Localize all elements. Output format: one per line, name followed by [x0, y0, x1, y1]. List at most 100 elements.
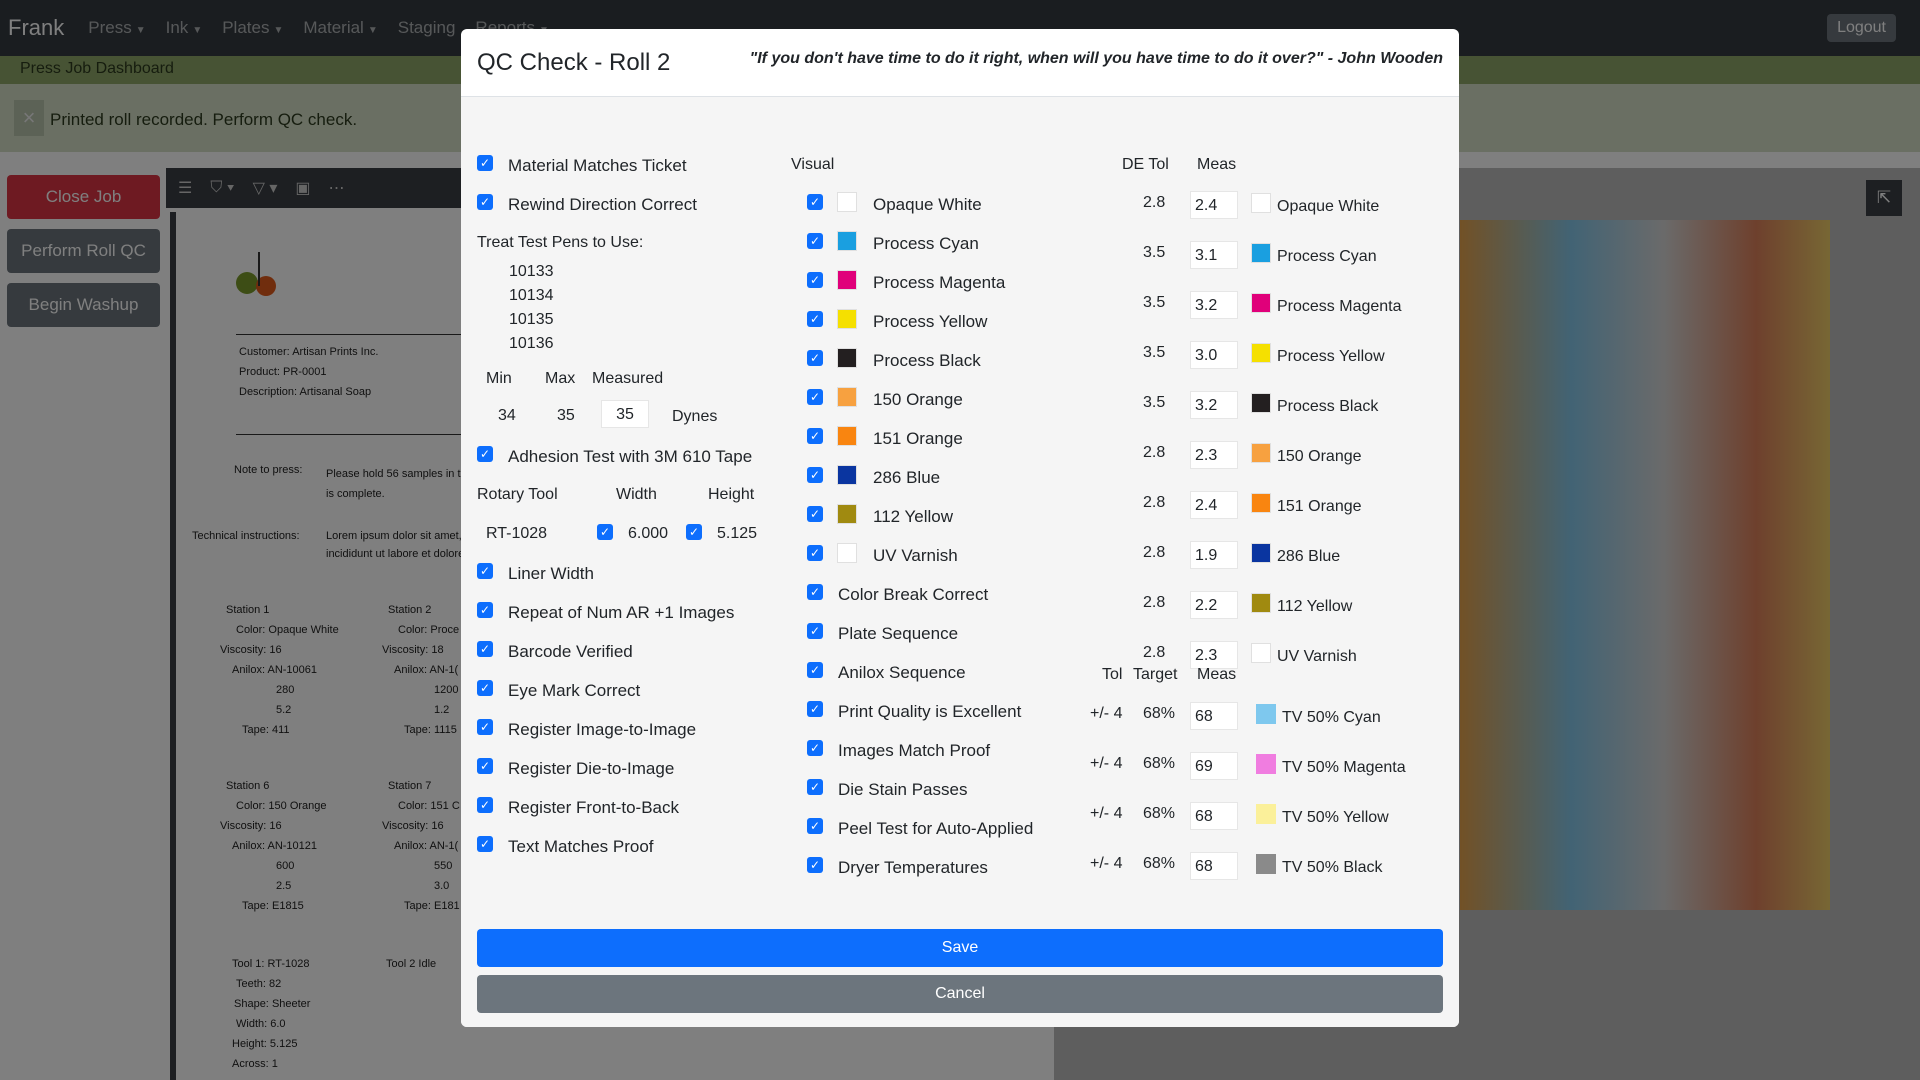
- de-tol-label: DE Tol: [1122, 156, 1169, 173]
- visual-color-checkbox[interactable]: ✓: [807, 506, 823, 522]
- modal-header: QC Check - Roll 2 "If you don't have tim…: [461, 29, 1459, 97]
- de-measurement-input[interactable]: 3.2: [1190, 391, 1238, 419]
- pen-number: 10136: [509, 335, 554, 352]
- visual-check-checkbox[interactable]: ✓: [807, 584, 823, 600]
- visual-check-checkbox[interactable]: ✓: [807, 779, 823, 795]
- visual-color-checkbox[interactable]: ✓: [807, 272, 823, 288]
- visual-check-checkbox[interactable]: ✓: [807, 818, 823, 834]
- tv-measurement-input[interactable]: 68: [1190, 702, 1238, 730]
- de-measurement-input[interactable]: 2.4: [1190, 191, 1238, 219]
- visual-color-checkbox[interactable]: ✓: [807, 350, 823, 366]
- de-color-label: 150 Orange: [1277, 448, 1362, 465]
- quote-text: "If you don't have time to do it right, …: [749, 50, 1443, 67]
- check-label: Eye Mark Correct: [508, 681, 641, 700]
- adhesion-test-checkbox[interactable]: ✓: [477, 446, 493, 462]
- de-color-label: 151 Orange: [1277, 498, 1362, 515]
- color-swatch: [837, 387, 857, 407]
- visual-color-label: Process Cyan: [873, 234, 979, 253]
- visual-check-label: Die Stain Passes: [838, 780, 968, 799]
- height-checkbox[interactable]: ✓: [686, 524, 702, 540]
- color-swatch: [837, 231, 857, 251]
- visual-color-checkbox[interactable]: ✓: [807, 428, 823, 444]
- visual-check-checkbox[interactable]: ✓: [807, 857, 823, 873]
- rewind-direction-label: Rewind Direction Correct: [508, 195, 697, 214]
- de-tolerance-value: 2.8: [1143, 494, 1166, 511]
- de-color-label: Process Cyan: [1277, 248, 1377, 265]
- de-tolerance-value: 3.5: [1143, 294, 1166, 311]
- rewind-direction-checkbox[interactable]: ✓: [477, 194, 493, 210]
- visual-color-checkbox[interactable]: ✓: [807, 545, 823, 561]
- register-image-checkbox[interactable]: ✓: [477, 719, 493, 735]
- modal-body: ✓ Material Matches Ticket ✓ Rewind Direc…: [461, 97, 1459, 1027]
- width-checkbox[interactable]: ✓: [597, 524, 613, 540]
- visual-color-checkbox[interactable]: ✓: [807, 311, 823, 327]
- register-die-checkbox[interactable]: ✓: [477, 758, 493, 774]
- color-swatch: [837, 543, 857, 563]
- visual-color-label: Process Magenta: [873, 273, 1006, 292]
- visual-check-label: Plate Sequence: [838, 624, 959, 643]
- de-measurement-input[interactable]: 2.3: [1190, 441, 1238, 469]
- check-label: Register Image-to-Image: [508, 720, 697, 739]
- de-tolerance-value: 2.8: [1143, 594, 1166, 611]
- de-measurement-input[interactable]: 2.3: [1190, 641, 1238, 669]
- visual-check-label: Images Match Proof: [838, 741, 991, 760]
- eye-mark-checkbox[interactable]: ✓: [477, 680, 493, 696]
- text-matches-checkbox[interactable]: ✓: [477, 836, 493, 852]
- color-swatch: [1256, 704, 1276, 724]
- material-matches-checkbox[interactable]: ✓: [477, 155, 493, 171]
- visual-check-checkbox[interactable]: ✓: [807, 623, 823, 639]
- cancel-button[interactable]: Cancel: [477, 975, 1443, 1013]
- tv-measurement-input[interactable]: 69: [1190, 752, 1238, 780]
- de-color-label: Process Black: [1277, 398, 1379, 415]
- de-color-label: Process Yellow: [1277, 348, 1385, 365]
- visual-check-checkbox[interactable]: ✓: [807, 701, 823, 717]
- width-label: Width: [616, 486, 657, 503]
- register-front-back-checkbox[interactable]: ✓: [477, 797, 493, 813]
- height-label: Height: [708, 486, 755, 503]
- color-swatch: [1251, 493, 1271, 513]
- color-swatch: [1251, 443, 1271, 463]
- material-matches-label: Material Matches Ticket: [508, 156, 687, 175]
- visual-color-label: 286 Blue: [873, 468, 941, 487]
- save-button[interactable]: Save: [477, 929, 1443, 967]
- de-measurement-input[interactable]: 2.4: [1190, 491, 1238, 519]
- de-measurement-input[interactable]: 1.9: [1190, 541, 1238, 569]
- liner-width-checkbox[interactable]: ✓: [477, 563, 493, 579]
- tv-target-value: 68%: [1143, 755, 1176, 772]
- tv-color-label: TV 50% Black: [1282, 859, 1383, 876]
- color-swatch: [1256, 754, 1276, 774]
- color-swatch: [837, 426, 857, 446]
- barcode-verified-checkbox[interactable]: ✓: [477, 641, 493, 657]
- visual-check-checkbox[interactable]: ✓: [807, 662, 823, 678]
- de-measurement-input[interactable]: 3.2: [1190, 291, 1238, 319]
- check-label: Liner Width: [508, 564, 594, 583]
- width-value: 6.000: [628, 525, 669, 542]
- treat-pens-label: Treat Test Pens to Use:: [477, 234, 644, 251]
- target-label: Target: [1133, 666, 1178, 683]
- visual-color-checkbox[interactable]: ✓: [807, 467, 823, 483]
- color-swatch: [837, 465, 857, 485]
- tv-measurement-input[interactable]: 68: [1190, 802, 1238, 830]
- visual-color-checkbox[interactable]: ✓: [807, 389, 823, 405]
- dynes-measured-input[interactable]: 35: [601, 400, 649, 428]
- max-value: 35: [557, 407, 575, 424]
- de-tolerance-value: 2.8: [1143, 444, 1166, 461]
- tv-tolerance-value: +/- 4: [1090, 755, 1123, 772]
- de-measurement-input[interactable]: 2.2: [1190, 591, 1238, 619]
- tv-color-label: TV 50% Magenta: [1282, 759, 1406, 776]
- repeat-images-checkbox[interactable]: ✓: [477, 602, 493, 618]
- de-color-label: Opaque White: [1277, 198, 1380, 215]
- de-color-label: Process Magenta: [1277, 298, 1402, 315]
- rotary-tool-label: Rotary Tool: [477, 486, 558, 503]
- tv-measurement-input[interactable]: 68: [1190, 852, 1238, 880]
- visual-check-checkbox[interactable]: ✓: [807, 740, 823, 756]
- qc-check-modal: QC Check - Roll 2 "If you don't have tim…: [461, 29, 1459, 1027]
- dynes-unit-label: Dynes: [672, 408, 718, 425]
- visual-color-checkbox[interactable]: ✓: [807, 233, 823, 249]
- de-measurement-input[interactable]: 3.0: [1190, 341, 1238, 369]
- de-measurement-input[interactable]: 3.1: [1190, 241, 1238, 269]
- visual-color-checkbox[interactable]: ✓: [807, 194, 823, 210]
- tv-color-label: TV 50% Cyan: [1282, 709, 1381, 726]
- de-tolerance-value: 2.8: [1143, 544, 1166, 561]
- visual-color-label: UV Varnish: [873, 546, 958, 565]
